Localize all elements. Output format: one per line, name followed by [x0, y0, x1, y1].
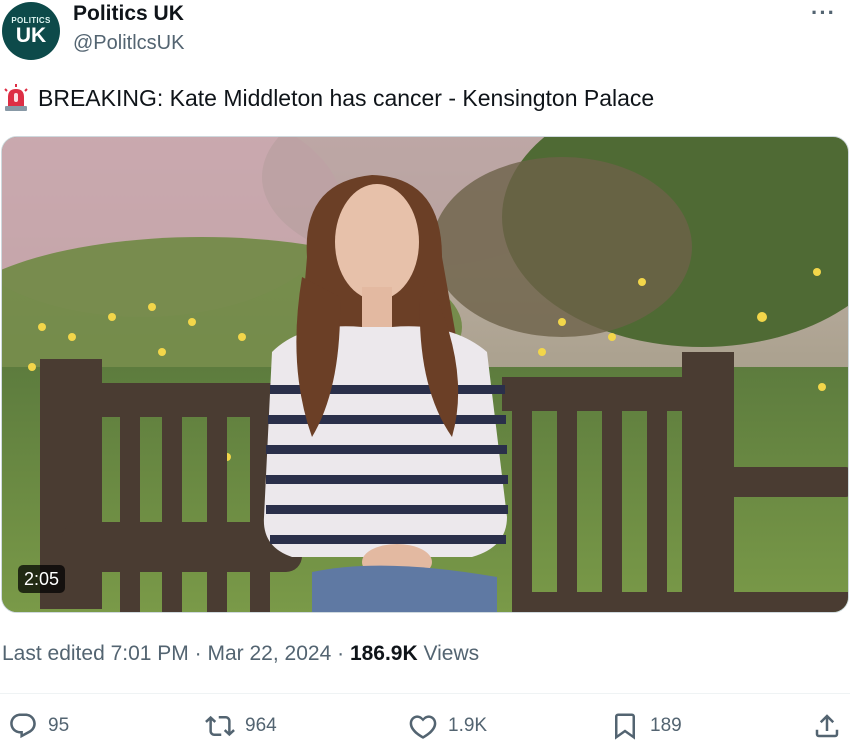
tweet-time[interactable]: 7:01 PM	[111, 642, 189, 665]
repost-icon	[205, 715, 235, 737]
share-button[interactable]	[812, 711, 842, 741]
divider	[0, 693, 850, 694]
reply-button[interactable]: 95	[8, 711, 69, 741]
reply-count: 95	[48, 715, 70, 736]
video-player[interactable]	[1, 136, 849, 613]
tweet-header: POLITICS UK Politics UK @PolitlcsUK ···	[0, 0, 850, 64]
heart-icon	[409, 715, 437, 739]
meta-separator-2: ·	[337, 642, 345, 665]
video-duration-badge: 2:05	[18, 565, 66, 593]
avatar[interactable]: POLITICS UK	[2, 2, 60, 60]
bookmark-button[interactable]: 189	[610, 711, 682, 741]
like-button[interactable]: 1.9K	[408, 711, 487, 741]
tweet-body: BREAKING: Kate Middleton has cancer - Ke…	[38, 84, 655, 111]
repost-button[interactable]: 964	[205, 711, 277, 741]
tweet-text: BREAKING: Kate Middleton has cancer - Ke…	[2, 84, 654, 112]
more-options-icon[interactable]: ···	[811, 0, 836, 26]
views-count[interactable]: 186.9K	[350, 642, 418, 665]
video-thumbnail	[2, 137, 848, 612]
action-bar: 95 964 1.9K 189	[0, 705, 850, 745]
police-siren-icon	[2, 84, 30, 112]
share-icon	[815, 714, 839, 738]
edited-label[interactable]: Last edited	[2, 642, 105, 665]
tweet-date[interactable]: Mar 22, 2024	[208, 642, 332, 665]
author-display-name[interactable]: Politics UK	[73, 2, 184, 26]
avatar-text-main: UK	[15, 24, 47, 47]
meta-separator-1: ·	[194, 642, 202, 665]
tweet-meta: Last edited 7:01 PM · Mar 22, 2024 · 186…	[2, 642, 479, 666]
repost-count: 964	[245, 715, 277, 736]
like-count: 1.9K	[448, 715, 488, 736]
author-handle[interactable]: @PolitlcsUK	[73, 32, 184, 55]
views-label[interactable]: Views	[424, 642, 480, 665]
bookmark-count: 189	[650, 715, 682, 736]
bookmark-icon	[615, 713, 635, 740]
reply-icon	[10, 713, 36, 739]
